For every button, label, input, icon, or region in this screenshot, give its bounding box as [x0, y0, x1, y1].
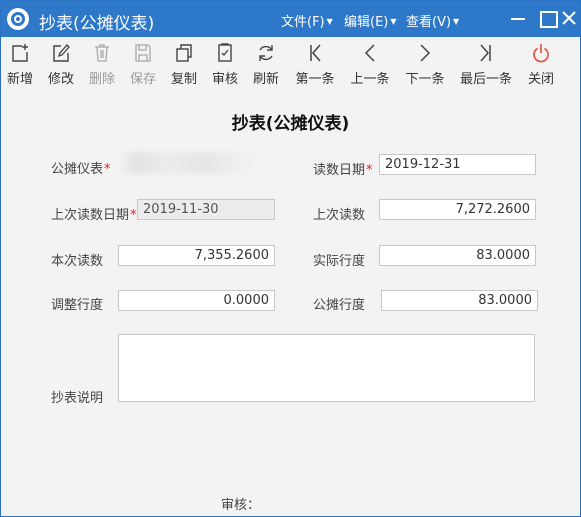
delete-label: 删除 [88, 72, 115, 87]
audit-label: 审核 [211, 72, 238, 87]
actual-usage-label: 实际行度 [313, 254, 366, 269]
adjust-usage-field[interactable]: 0.0000 [118, 290, 275, 311]
maximize-button[interactable] [536, 7, 558, 29]
power-icon [533, 44, 549, 63]
remarks-textarea[interactable] [118, 334, 535, 402]
auditor-label: 审核： [221, 498, 261, 513]
close-button[interactable]: 关闭 [526, 41, 556, 87]
audit-icon [218, 43, 232, 62]
caret-down-icon: ▼ [453, 17, 460, 26]
refresh-label: 刷新 [252, 72, 279, 87]
first-label: 第一条 [295, 72, 335, 87]
save-button[interactable]: 保存 [128, 41, 158, 87]
prev-record-button[interactable]: 上一条 [349, 41, 391, 87]
edit-button[interactable]: 修改 [46, 41, 76, 87]
shared-usage-field[interactable]: 83.0000 [381, 290, 538, 311]
close-window-button[interactable] [558, 7, 580, 29]
delete-icon [95, 44, 109, 62]
edit-label: 修改 [47, 72, 74, 87]
last-reading-label: 上次读数 [313, 208, 366, 223]
first-icon [310, 44, 321, 62]
menu-edit-label: 编辑(E) [344, 15, 389, 30]
add-button[interactable]: 新增 [5, 41, 35, 87]
actual-usage-field[interactable]: 83.0000 [379, 245, 536, 266]
caret-down-icon: ▼ [390, 17, 397, 26]
remarks-label: 抄表说明 [51, 391, 104, 406]
next-record-button[interactable]: 下一条 [404, 41, 446, 87]
shared-meter-label: 公摊仪表* [51, 162, 111, 177]
read-date-field[interactable]: 2019-12-31 [379, 154, 536, 175]
last-record-button[interactable]: 最后一条 [459, 41, 513, 87]
add-label: 新增 [6, 72, 33, 87]
delete-button[interactable]: 删除 [87, 41, 117, 87]
caret-down-icon: ▼ [326, 17, 333, 26]
prev-label: 上一条 [350, 72, 390, 87]
form-heading: 抄表(公摊仪表) [231, 114, 350, 134]
window-title: 抄表(公摊仪表) [39, 14, 155, 34]
first-record-button[interactable]: 第一条 [294, 41, 336, 87]
current-reading-field[interactable]: 7,355.2600 [118, 245, 275, 266]
refresh-icon [259, 45, 273, 61]
app-window: 抄表(公摊仪表) 文件(F) ▼ 编辑(E) ▼ 查看(V) ▼ 新增 修改 删… [0, 0, 581, 517]
last-label: 最后一条 [459, 72, 512, 87]
last-read-date-field: 2019-11-30 [137, 199, 275, 220]
copy-icon [176, 44, 192, 62]
menu-edit[interactable]: 编辑(E) ▼ [344, 11, 397, 30]
toolbar: 新增 修改 删除 保存 复制 审核 刷新 第一条 上一条 下一条 最后一条 关闭 [1, 37, 580, 89]
last-reading-field[interactable]: 7,272.2600 [379, 199, 536, 220]
shared-usage-label: 公摊行度 [313, 298, 366, 313]
audit-button[interactable]: 审核 [210, 41, 240, 87]
adjust-usage-label: 调整行度 [51, 298, 104, 313]
menu-file-label: 文件(F) [281, 15, 325, 30]
edit-icon [53, 44, 70, 62]
refresh-button[interactable]: 刷新 [251, 41, 281, 87]
close-label: 关闭 [527, 72, 554, 87]
required-mark: * [104, 162, 111, 177]
close-icon [562, 11, 576, 25]
prev-icon [364, 44, 375, 62]
menu-view-label: 查看(V) [406, 15, 452, 30]
required-mark: * [366, 163, 373, 178]
copy-button[interactable]: 复制 [169, 41, 199, 87]
menu-file[interactable]: 文件(F) ▼ [281, 11, 333, 30]
save-label: 保存 [129, 72, 156, 87]
last-icon [480, 44, 491, 62]
last-read-date-label: 上次读数日期* [51, 208, 137, 223]
read-date-label: 读数日期* [313, 163, 373, 178]
shared-meter-field[interactable] [118, 152, 276, 174]
next-icon [420, 44, 431, 62]
minimize-button[interactable] [507, 7, 529, 29]
save-icon [135, 44, 151, 62]
title-bar[interactable]: 抄表(公摊仪表) 文件(F) ▼ 编辑(E) ▼ 查看(V) ▼ [1, 1, 580, 37]
menu-view[interactable]: 查看(V) ▼ [406, 11, 459, 30]
current-reading-label: 本次读数 [51, 254, 104, 269]
app-logo-icon [7, 8, 29, 30]
add-icon [12, 44, 28, 62]
copy-label: 复制 [170, 72, 197, 87]
next-label: 下一条 [405, 72, 445, 87]
required-mark: * [130, 208, 137, 223]
